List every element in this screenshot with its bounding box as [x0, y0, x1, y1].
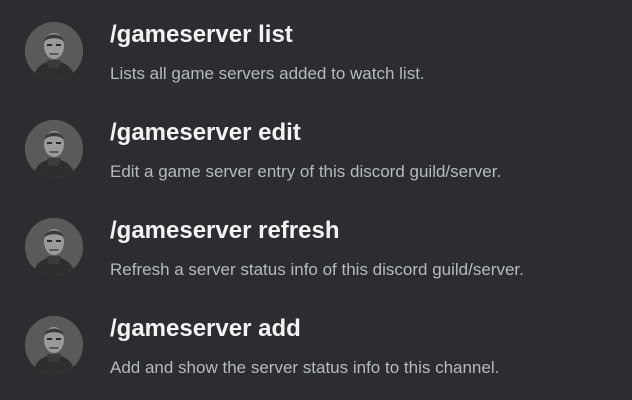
command-item-gameserver-refresh[interactable]: /gameserver refresh Refresh a server sta… [0, 196, 632, 294]
avatar-image [25, 316, 83, 374]
command-description: Lists all game servers added to watch li… [110, 64, 425, 83]
command-name: /gameserver add [110, 315, 301, 342]
command-description: Edit a game server entry of this discord… [110, 162, 502, 181]
command-name: /gameserver edit [110, 119, 301, 146]
command-name: /gameserver list [110, 21, 293, 48]
avatar-image [25, 22, 83, 80]
command-item-gameserver-add[interactable]: /gameserver add Add and show the server … [0, 294, 632, 392]
command-item-gameserver-list[interactable]: /gameserver list Lists all game servers … [0, 0, 632, 98]
avatar-image [25, 120, 83, 178]
bot-avatar [25, 316, 83, 374]
bot-avatar [25, 22, 83, 80]
command-description: Add and show the server status info to t… [110, 358, 500, 377]
command-description: Refresh a server status info of this dis… [110, 260, 524, 279]
slash-command-list: /gameserver list Lists all game servers … [0, 0, 632, 400]
command-name: /gameserver refresh [110, 217, 340, 244]
bot-avatar [25, 120, 83, 178]
avatar-image [25, 218, 83, 276]
command-item-gameserver-edit[interactable]: /gameserver edit Edit a game server entr… [0, 98, 632, 196]
bot-avatar [25, 218, 83, 276]
